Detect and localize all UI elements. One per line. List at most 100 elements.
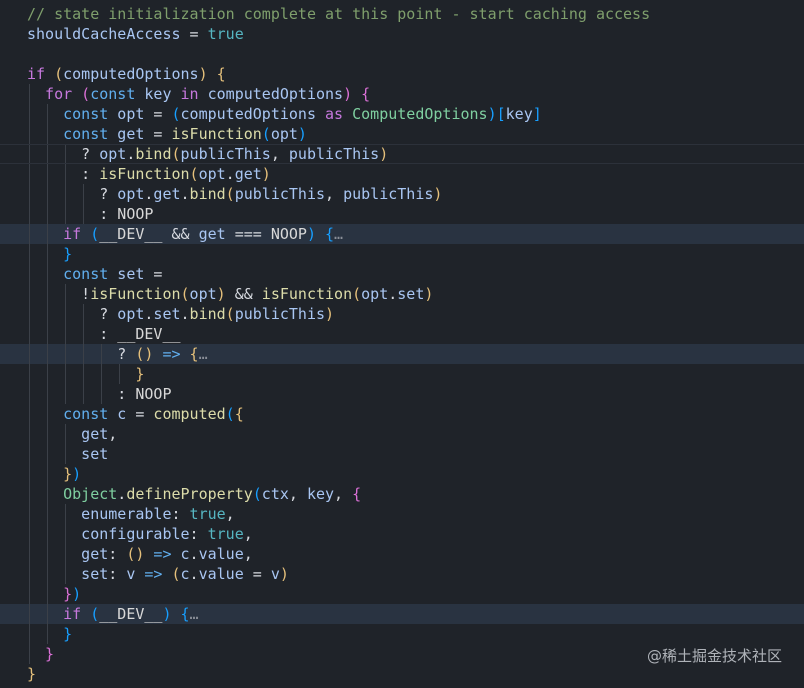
code-line[interactable]: }: [0, 364, 804, 384]
code-token: ): [297, 125, 307, 143]
code-token: }: [135, 365, 145, 383]
indent-guide: [101, 364, 103, 384]
code-line[interactable]: ? opt.get.bind(publicThis, publicThis): [0, 184, 804, 204]
code-token: …: [189, 605, 199, 623]
code-line[interactable]: set: [0, 444, 804, 464]
indent-guide: [47, 464, 49, 484]
code-editor[interactable]: // state initialization complete at this…: [0, 4, 804, 684]
code-token: c: [180, 565, 190, 583]
code-line[interactable]: ? opt.bind(publicThis, publicThis): [0, 144, 804, 164]
code-token: value: [198, 565, 244, 583]
code-token: get: [108, 125, 145, 143]
code-token: ,: [243, 525, 253, 543]
code-line[interactable]: // state initialization complete at this…: [0, 4, 804, 24]
code-token: get: [198, 225, 226, 243]
code-line[interactable]: configurable: true,: [0, 524, 804, 544]
indent-guide: [47, 145, 49, 163]
code-token: .: [189, 545, 199, 563]
code-token: }: [27, 665, 37, 683]
indent-guide: [65, 304, 67, 324]
code-token: computedOptions: [63, 65, 199, 83]
code-token: ?: [99, 305, 118, 323]
code-line[interactable]: get,: [0, 424, 804, 444]
indent-guide: [65, 184, 67, 204]
code-token: ): [216, 285, 226, 303]
code-line[interactable]: if (computedOptions) {: [0, 64, 804, 84]
code-line[interactable]: if (__DEV__) {…: [0, 604, 804, 624]
indent-guide: [29, 244, 30, 264]
code-token: }: [63, 245, 73, 263]
code-token: NOOP: [270, 225, 307, 243]
indent-guide: [47, 504, 49, 524]
code-line[interactable]: const set =: [0, 264, 804, 284]
code-line[interactable]: shouldCacheAccess = true: [0, 24, 804, 44]
code-token: publicThis: [343, 185, 434, 203]
indent-guide: [83, 204, 85, 224]
code-token: =: [243, 565, 271, 583]
code-line[interactable]: const c = computed({: [0, 404, 804, 424]
code-line[interactable]: ? opt.set.bind(publicThis): [0, 304, 804, 324]
code-line[interactable]: }: [0, 664, 804, 684]
code-token: ,: [108, 425, 118, 443]
code-token: .: [117, 485, 127, 503]
indent-guide: [47, 164, 49, 184]
code-line[interactable]: set: v => (c.value = v): [0, 564, 804, 584]
indent-guide: [47, 124, 49, 144]
indent-guide: [65, 444, 67, 464]
code-token: enumerable: [81, 505, 172, 523]
indent-guide: [29, 344, 30, 364]
code-token: __DEV__: [117, 325, 181, 343]
code-line[interactable]: : NOOP: [0, 384, 804, 404]
code-token: (: [81, 225, 100, 243]
code-token: =>: [153, 345, 190, 363]
code-line[interactable]: enumerable: true,: [0, 504, 804, 524]
code-line[interactable]: }): [0, 464, 804, 484]
code-token: :: [99, 325, 118, 343]
code-line[interactable]: }: [0, 624, 804, 644]
code-line[interactable]: }): [0, 584, 804, 604]
code-token: ===: [225, 225, 271, 243]
code-token: opt: [117, 185, 145, 203]
code-token: computedOptions: [180, 105, 316, 123]
indent-guide: [83, 384, 85, 404]
code-line[interactable]: }: [0, 244, 804, 264]
code-line[interactable]: const opt = (computedOptions as Computed…: [0, 104, 804, 124]
code-line[interactable]: : isFunction(opt.get): [0, 164, 804, 184]
code-token: =>: [135, 565, 172, 583]
indent-guide: [29, 644, 30, 664]
code-line[interactable]: Object.defineProperty(ctx, key, {: [0, 484, 804, 504]
indent-guide: [47, 404, 49, 424]
code-token: =: [126, 405, 154, 423]
code-line[interactable]: if (__DEV__ && get === NOOP) {…: [0, 224, 804, 244]
code-token: set: [81, 445, 109, 463]
code-token: :: [117, 385, 136, 403]
code-token: opt: [198, 165, 226, 183]
code-line[interactable]: get: () => c.value,: [0, 544, 804, 564]
code-line[interactable]: for (const key in computedOptions) {: [0, 84, 804, 104]
code-line[interactable]: !isFunction(opt) && isFunction(opt.set): [0, 284, 804, 304]
code-line[interactable]: : NOOP: [0, 204, 804, 224]
code-token: v: [126, 565, 136, 583]
code-token: (: [171, 105, 181, 123]
code-token: opt: [270, 125, 298, 143]
code-line[interactable]: const get = isFunction(opt): [0, 124, 804, 144]
code-token: isFunction: [90, 285, 181, 303]
code-line[interactable]: : __DEV__: [0, 324, 804, 344]
code-token: …: [334, 225, 344, 243]
code-token: ,: [325, 185, 344, 203]
code-token: ,: [243, 545, 253, 563]
code-line[interactable]: [0, 44, 804, 64]
indent-guide: [47, 284, 49, 304]
code-line[interactable]: ? () => {…: [0, 344, 804, 364]
indent-guide: [29, 84, 30, 104]
indent-guide: [29, 364, 30, 384]
indent-guide: [47, 264, 49, 284]
code-token: __DEV__: [99, 605, 163, 623]
code-token: const: [90, 85, 136, 103]
code-token: publicThis: [234, 305, 326, 323]
code-token: .: [126, 145, 136, 163]
code-token: publicThis: [180, 145, 271, 163]
code-token: [: [496, 105, 506, 123]
code-token: opt: [117, 305, 145, 323]
indent-guide: [65, 145, 67, 163]
